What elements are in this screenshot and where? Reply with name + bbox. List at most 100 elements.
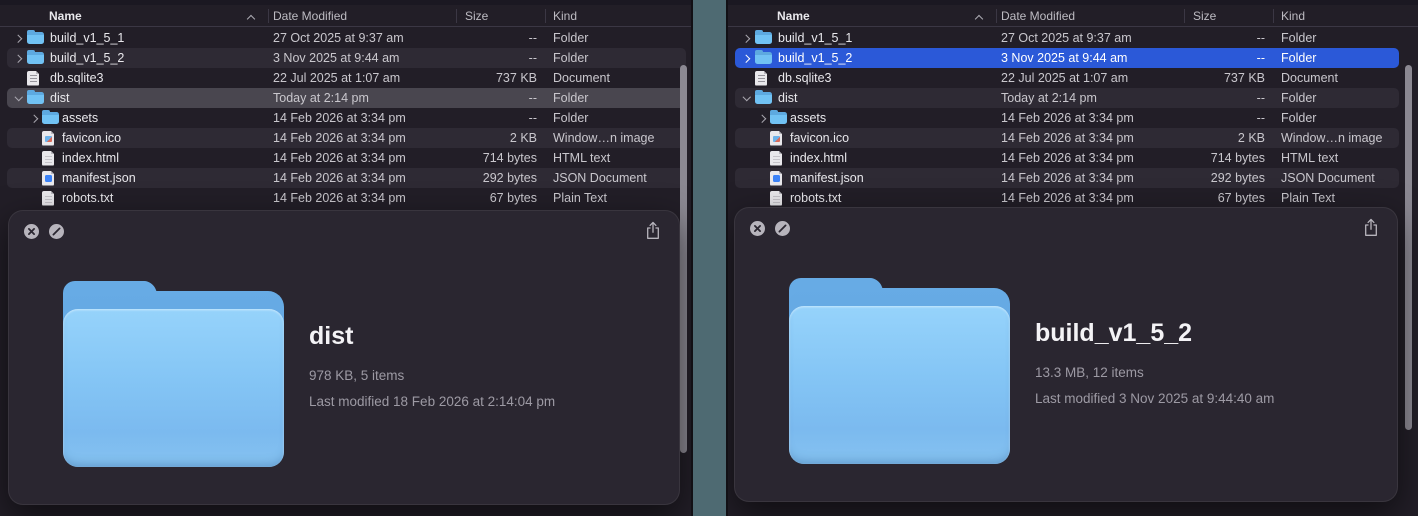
- circle-x-icon[interactable]: [24, 224, 39, 239]
- column-divider[interactable]: [1184, 9, 1185, 23]
- file-row-favicon.ico[interactable]: favicon.ico 14 Feb 2026 at 3:34 pm 2 KB Win…: [728, 128, 1418, 148]
- file-kind: Folder: [553, 51, 589, 65]
- file-size: --: [1256, 31, 1265, 45]
- doc-html-icon: [770, 150, 782, 166]
- file-kind: Document: [553, 71, 610, 85]
- file-size: --: [1256, 91, 1265, 105]
- quicklook-size-items: 978 KB, 5 items: [309, 368, 405, 383]
- scrollbar[interactable]: [680, 65, 687, 453]
- circle-slash-icon[interactable]: [775, 221, 790, 236]
- file-row-robots.txt[interactable]: robots.txt 14 Feb 2026 at 3:34 pm 67 bytes…: [0, 188, 691, 208]
- file-row-dist[interactable]: dist Today at 2:14 pm -- Folder: [0, 88, 691, 108]
- column-divider[interactable]: [996, 9, 997, 23]
- date-modified: 14 Feb 2026 at 3:34 pm: [273, 131, 406, 145]
- date-modified: 27 Oct 2025 at 9:37 am: [273, 31, 404, 45]
- column-divider[interactable]: [268, 9, 269, 23]
- column-divider[interactable]: [545, 9, 546, 23]
- doc-image-icon: [770, 130, 782, 146]
- date-modified: Today at 2:14 pm: [273, 91, 369, 105]
- file-size: 292 bytes: [482, 171, 537, 185]
- date-modified: 14 Feb 2026 at 3:34 pm: [273, 171, 406, 185]
- file-row-build_v1_5_1[interactable]: build_v1_5_1 27 Oct 2025 at 9:37 am -- Fold…: [0, 28, 691, 48]
- file-name: build_v1_5_2: [50, 51, 125, 65]
- disclosure-right-icon[interactable]: [742, 54, 750, 62]
- file-name: build_v1_5_1: [50, 31, 125, 45]
- folder-icon: [42, 110, 59, 124]
- file-row-build_v1_5_1[interactable]: build_v1_5_1 27 Oct 2025 at 9:37 am -- Fold…: [728, 28, 1418, 48]
- folder-icon-large: [789, 278, 1010, 464]
- quicklook-title: dist: [309, 322, 354, 350]
- disclosure-down-icon[interactable]: [742, 94, 750, 102]
- finder-window-right: Name Date Modified Size Kind build_v1_5_…: [726, 0, 1418, 516]
- file-row-build_v1_5_2[interactable]: build_v1_5_2 3 Nov 2025 at 9:44 am -- Folde…: [728, 48, 1418, 68]
- file-row-assets[interactable]: assets 14 Feb 2026 at 3:34 pm -- Folder: [0, 108, 691, 128]
- column-header-kind[interactable]: Kind: [553, 5, 577, 27]
- folder-icon: [27, 50, 44, 64]
- file-row-index.html[interactable]: index.html 14 Feb 2026 at 3:34 pm 714 byte…: [728, 148, 1418, 168]
- column-header-date-modified[interactable]: Date Modified: [1001, 5, 1075, 27]
- file-name: build_v1_5_1: [778, 31, 853, 45]
- file-row-robots.txt[interactable]: robots.txt 14 Feb 2026 at 3:34 pm 67 bytes…: [728, 188, 1418, 208]
- folder-icon-large: [63, 281, 284, 467]
- column-divider[interactable]: [1273, 9, 1274, 23]
- disclosure-right-icon[interactable]: [14, 54, 22, 62]
- file-name: manifest.json: [62, 171, 136, 185]
- disclosure-right-icon[interactable]: [742, 34, 750, 42]
- folder-icon: [770, 110, 787, 124]
- folder-icon: [755, 90, 772, 104]
- date-modified: 14 Feb 2026 at 3:34 pm: [1001, 191, 1134, 205]
- file-row-db.sqlite3[interactable]: db.sqlite3 22 Jul 2025 at 1:07 am 737 KB Do…: [0, 68, 691, 88]
- column-header-kind[interactable]: Kind: [1281, 5, 1305, 27]
- folder-icon: [27, 90, 44, 104]
- disclosure-right-icon[interactable]: [758, 114, 766, 122]
- column-header-name[interactable]: Name: [49, 5, 82, 27]
- disclosure-right-icon[interactable]: [14, 34, 22, 42]
- column-header-date-modified[interactable]: Date Modified: [273, 5, 347, 27]
- file-size: 714 bytes: [1210, 151, 1265, 165]
- column-header-size[interactable]: Size: [1193, 5, 1216, 27]
- file-row-manifest.json[interactable]: manifest.json 14 Feb 2026 at 3:34 pm 292 b…: [728, 168, 1418, 188]
- folder-icon: [755, 30, 772, 44]
- doc-image-icon: [42, 130, 54, 146]
- file-name: dist: [50, 91, 70, 105]
- disclosure-down-icon[interactable]: [14, 94, 22, 102]
- file-kind: Folder: [1281, 111, 1317, 125]
- sort-chevron-up-icon: [248, 14, 255, 21]
- share-icon[interactable]: [1363, 218, 1379, 237]
- file-row-manifest.json[interactable]: manifest.json 14 Feb 2026 at 3:34 pm 292 b…: [0, 168, 691, 188]
- file-kind: HTML text: [553, 151, 611, 165]
- quicklook-title: build_v1_5_2: [1035, 319, 1193, 347]
- date-modified: Today at 2:14 pm: [1001, 91, 1097, 105]
- date-modified: 14 Feb 2026 at 3:34 pm: [1001, 111, 1134, 125]
- file-row-index.html[interactable]: index.html 14 Feb 2026 at 3:34 pm 714 byte…: [0, 148, 691, 168]
- circle-x-icon[interactable]: [750, 221, 765, 236]
- circle-slash-icon[interactable]: [49, 224, 64, 239]
- desktop-background: { "colors": { "desktop_teal": "#4e6a72",…: [0, 0, 1418, 516]
- file-size: 2 KB: [509, 131, 537, 145]
- disclosure-right-icon[interactable]: [30, 114, 38, 122]
- share-icon[interactable]: [645, 221, 661, 240]
- quick-look-panel: dist 978 KB, 5 items Last modified 18 Fe…: [8, 210, 680, 505]
- file-name: robots.txt: [790, 191, 842, 205]
- column-divider[interactable]: [456, 9, 457, 23]
- file-kind: Folder: [1281, 51, 1317, 65]
- scrollbar[interactable]: [1405, 65, 1412, 430]
- date-modified: 22 Jul 2025 at 1:07 am: [273, 71, 401, 85]
- date-modified: 27 Oct 2025 at 9:37 am: [1001, 31, 1132, 45]
- file-row-assets[interactable]: assets 14 Feb 2026 at 3:34 pm -- Folder: [728, 108, 1418, 128]
- column-header-name[interactable]: Name: [777, 5, 810, 27]
- column-header-size[interactable]: Size: [465, 5, 488, 27]
- finder-window-left: Name Date Modified Size Kind build_v1_5_…: [0, 0, 693, 516]
- doc-json-icon: [770, 170, 782, 186]
- file-name: manifest.json: [790, 171, 864, 185]
- file-size: 67 bytes: [489, 191, 537, 205]
- date-modified: 22 Jul 2025 at 1:07 am: [1001, 71, 1129, 85]
- file-row-favicon.ico[interactable]: favicon.ico 14 Feb 2026 at 3:34 pm 2 KB Win…: [0, 128, 691, 148]
- file-row-dist[interactable]: dist Today at 2:14 pm -- Folder: [728, 88, 1418, 108]
- date-modified: 3 Nov 2025 at 9:44 am: [1001, 51, 1128, 65]
- file-size: --: [528, 31, 537, 45]
- file-row-build_v1_5_2[interactable]: build_v1_5_2 3 Nov 2025 at 9:44 am -- Folde…: [0, 48, 691, 68]
- date-modified: 14 Feb 2026 at 3:34 pm: [273, 151, 406, 165]
- file-row-db.sqlite3[interactable]: db.sqlite3 22 Jul 2025 at 1:07 am 737 KB Do…: [728, 68, 1418, 88]
- file-kind: JSON Document: [553, 171, 647, 185]
